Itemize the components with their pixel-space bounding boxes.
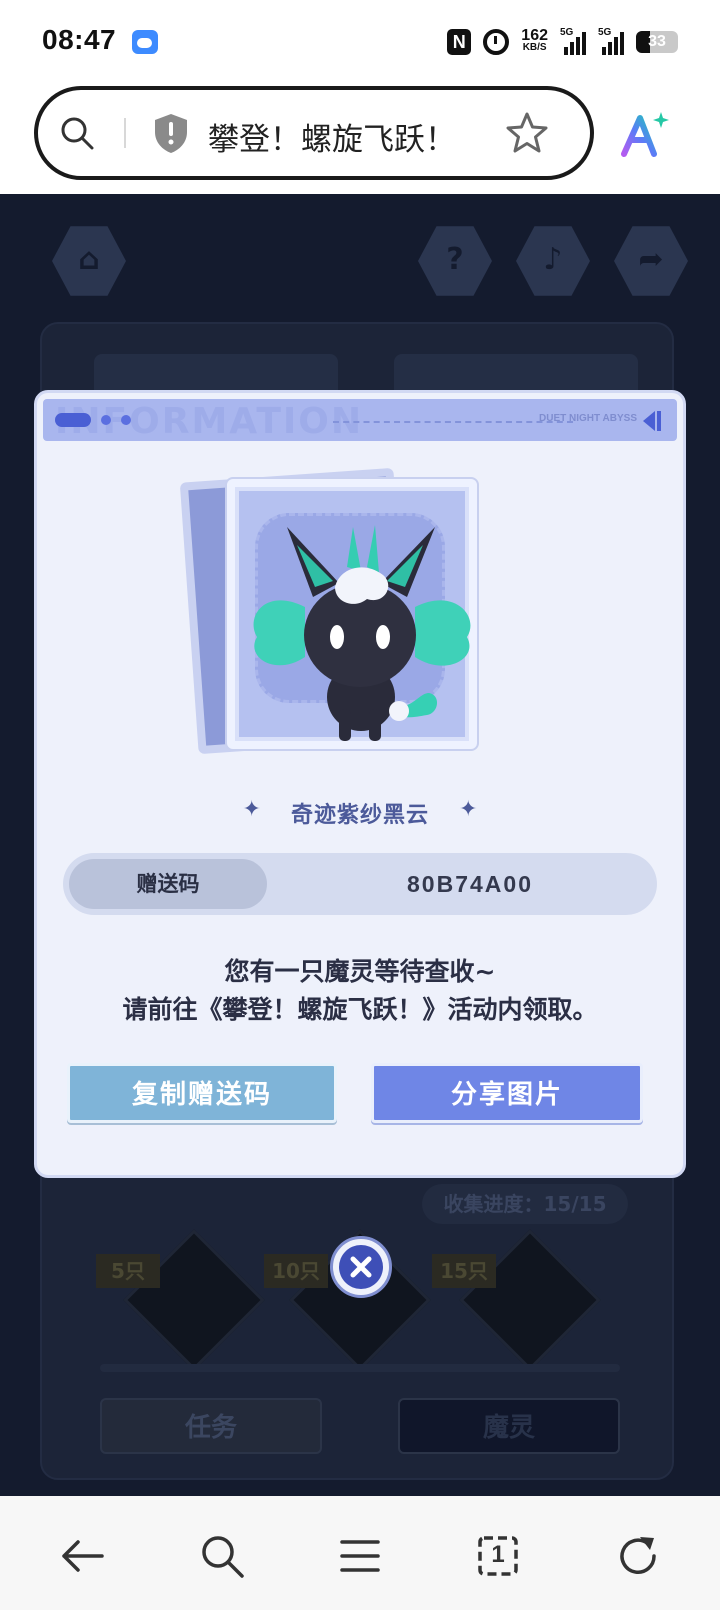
gift-message-line2: 请前往《攀登！螺旋飞跃！》活动内领取。 (122, 995, 598, 1024)
sparkle-icon: ✦ (459, 797, 478, 822)
gift-code-value[interactable]: 80B74A00 (283, 853, 657, 915)
ai-icon[interactable] (620, 110, 670, 158)
gift-message: 您有一只魔灵等待查收~ 请前往《攀登！螺旋飞跃！》活动内领取。 (37, 953, 683, 1029)
status-icons: N 162 KB/S 5G 5G 33 (447, 26, 678, 58)
milestone-label: 15只 (432, 1254, 496, 1288)
tab-count: 1 (491, 1541, 505, 1568)
nfc-icon: N (447, 29, 472, 55)
tab-spirits[interactable]: 魔灵 (398, 1398, 620, 1454)
network-speed: 162 KB/S (521, 27, 548, 54)
close-icon (339, 1245, 383, 1289)
dialog-header: INFORMATION DUET NIGHT ABYSS (43, 399, 677, 442)
gift-code-label: 赠送码 (69, 859, 267, 909)
signal-icon-2: 5G (598, 27, 624, 55)
progress-track (100, 1364, 620, 1372)
pet-name-row: ✦ 奇迹紫纱黑云 ✦ (37, 797, 683, 837)
share-game-button[interactable]: ➦ (614, 226, 688, 296)
weather-icon (132, 30, 158, 54)
milestone-label: 5只 (96, 1254, 160, 1288)
copy-code-button[interactable]: 复制赠送码 (67, 1063, 337, 1123)
refresh-icon[interactable] (614, 1532, 662, 1580)
tab-tasks[interactable]: 任务 (100, 1398, 322, 1454)
home-button[interactable]: ⌂ (52, 226, 126, 296)
share-image-button[interactable]: 分享图片 (371, 1063, 643, 1123)
status-time: 08:47 (42, 24, 117, 55)
home-icon: ⌂ (78, 242, 100, 277)
pet-name: 奇迹紫纱黑云 (290, 803, 429, 828)
battery-icon: 33 (636, 31, 678, 53)
signal-icon: 5G (560, 27, 586, 55)
gift-message-line1: 您有一只魔灵等待查收~ (224, 957, 496, 986)
help-icon: ? (446, 242, 464, 277)
header-dot (101, 415, 111, 425)
signal-label: 5G (560, 27, 574, 38)
pet-illustration (253, 525, 471, 741)
browser-bottom-nav: 1 (0, 1496, 720, 1610)
music-icon: ♪ (543, 242, 563, 277)
tabs-button[interactable]: 1 (474, 1532, 522, 1580)
back-icon[interactable] (58, 1532, 106, 1580)
network-speed-unit: KB/S (522, 42, 547, 53)
sparkle-icon: ✦ (242, 797, 261, 822)
close-dialog-button[interactable] (330, 1236, 392, 1298)
menu-icon[interactable] (336, 1532, 384, 1580)
pet-card (227, 479, 477, 749)
address-title[interactable]: 攀登！螺旋飞跃！ (208, 114, 456, 159)
alarm-icon (483, 29, 510, 55)
address-box[interactable]: 攀登！螺旋飞跃！ (34, 86, 594, 180)
collection-progress: 收集进度：15/15 (422, 1184, 628, 1224)
help-button[interactable]: ? (418, 226, 492, 296)
header-brand: DUET NIGHT ABYSS (539, 413, 637, 424)
address-divider (124, 118, 126, 148)
music-button[interactable]: ♪ (516, 226, 590, 296)
milestone-label: 10只 (264, 1254, 328, 1288)
shield-icon[interactable] (152, 112, 190, 154)
header-dash (333, 421, 573, 423)
gift-dialog: INFORMATION DUET NIGHT ABYSS ✦ 奇迹紫纱黑云 ✦ … (34, 390, 686, 1178)
star-icon[interactable] (504, 110, 550, 156)
collapse-icon (643, 411, 661, 431)
header-dot (121, 415, 131, 425)
gift-code-row: 赠送码 80B74A00 (63, 853, 657, 915)
search-icon[interactable] (60, 116, 94, 150)
signal-label-2: 5G (598, 27, 612, 38)
browser-address-bar: 攀登！螺旋飞跃！ (0, 80, 720, 194)
header-pill (55, 413, 91, 427)
share-icon: ➦ (638, 242, 664, 277)
status-bar: 08:47 N 162 KB/S 5G 5G 33 (0, 0, 720, 80)
search-icon[interactable] (198, 1532, 246, 1580)
battery-level: 33 (648, 33, 666, 50)
network-speed-value: 162 (521, 27, 548, 44)
